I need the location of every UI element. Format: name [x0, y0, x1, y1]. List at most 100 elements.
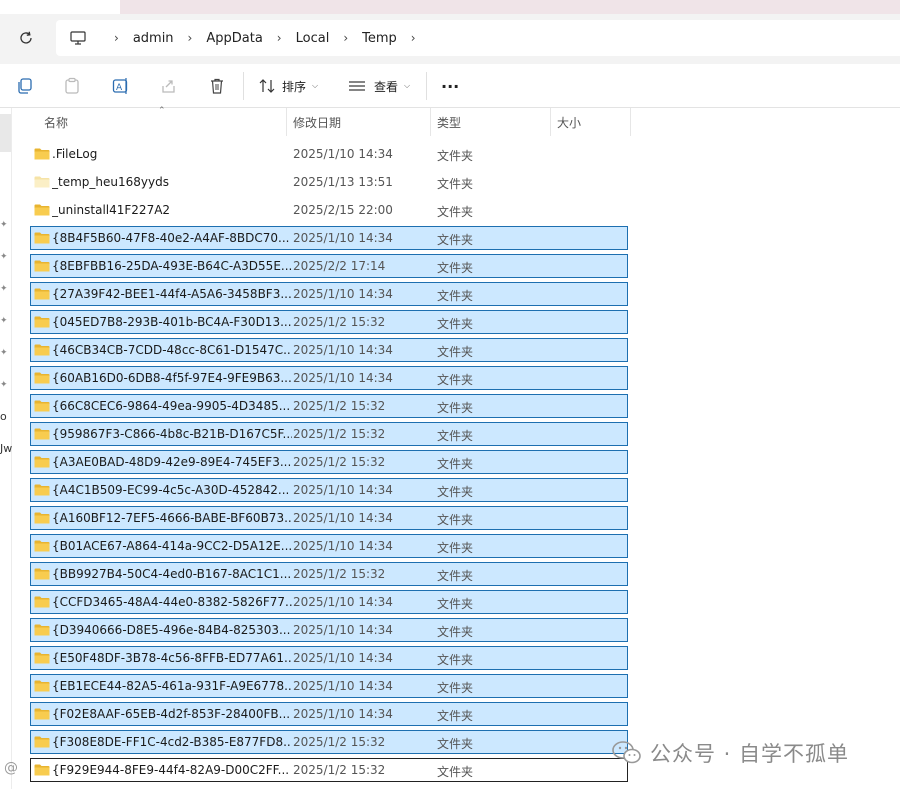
folder-icon	[34, 400, 50, 412]
window-tab-strip	[0, 0, 900, 14]
column-divider[interactable]	[430, 108, 431, 136]
file-row[interactable]: {8EBFBB16-25DA-493E-B64C-A3D55E... 2025/2…	[30, 254, 628, 278]
file-row[interactable]: _temp_heu168yyds 2025/1/13 13:51 文件夹	[30, 170, 628, 194]
file-row[interactable]: {E50F48DF-3B78-4c56-8FFB-ED77A61... 2025/…	[30, 646, 628, 670]
file-modified-date: 2025/1/10 14:34	[293, 287, 393, 301]
share-button[interactable]	[159, 76, 179, 96]
paste-button[interactable]	[62, 76, 82, 96]
column-header-name[interactable]: 名称	[44, 108, 68, 136]
column-divider[interactable]	[550, 108, 551, 136]
file-name: {CCFD3465-48A4-44e0-8382-5826F77...	[52, 595, 292, 609]
chevron-right-icon[interactable]: ›	[188, 31, 193, 45]
column-divider[interactable]	[630, 108, 631, 136]
file-modified-date: 2025/1/10 14:34	[293, 147, 393, 161]
file-type: 文件夹	[437, 289, 474, 303]
folder-icon	[34, 484, 50, 496]
file-row[interactable]: {46CB34CB-7CDD-48cc-8C61-D1547C... 2025/1…	[30, 338, 628, 362]
file-row[interactable]: {045ED7B8-293B-401b-BC4A-F30D13... 2025/1…	[30, 310, 628, 334]
file-name: {045ED7B8-293B-401b-BC4A-F30D13...	[52, 315, 292, 329]
folder-icon	[34, 372, 50, 384]
file-name: {60AB16D0-6DB8-4f5f-97E4-9FE9B63...	[52, 371, 292, 385]
folder-icon	[34, 540, 50, 552]
column-header-date[interactable]: 修改日期	[293, 108, 341, 136]
navigation-pane: ✦ ✦ ✦ ✦ ✦ ✦ o Jw	[0, 108, 12, 789]
file-row[interactable]: {EB1ECE44-82A5-461a-931F-A9E6778... 2025/…	[30, 674, 628, 698]
file-row[interactable]: {CCFD3465-48A4-44e0-8382-5826F77... 2025/…	[30, 590, 628, 614]
file-row[interactable]: {959867F3-C866-4b8c-B21B-D167C5F... 2025/…	[30, 422, 628, 446]
refresh-icon	[20, 31, 32, 44]
chevron-right-icon[interactable]: ›	[114, 31, 119, 45]
chevron-right-icon[interactable]: ›	[411, 31, 416, 45]
sort-button[interactable]: 排序 ⌵	[258, 74, 318, 98]
file-type: 文件夹	[437, 709, 474, 723]
trash-icon	[211, 78, 223, 94]
file-modified-date: 2025/2/2 17:14	[293, 259, 386, 273]
file-row[interactable]: {66C8CEC6-9864-49ea-9905-4D3485... 2025/1…	[30, 394, 628, 418]
breadcrumb-local[interactable]: Local	[296, 31, 330, 46]
file-row[interactable]: {B01ACE67-A864-414a-9CC2-D5A12E... 2025/1…	[30, 534, 628, 558]
folder-icon	[34, 512, 50, 524]
file-type: 文件夹	[437, 597, 474, 611]
more-options-button[interactable]: ···	[441, 74, 459, 98]
file-type: 文件夹	[437, 373, 474, 387]
rename-button[interactable]: A	[111, 76, 131, 96]
file-row[interactable]: _uninstall41F227A2 2025/2/15 22:00 文件夹	[30, 198, 628, 222]
file-type: 文件夹	[437, 317, 474, 331]
address-bar[interactable]: › admin › AppData › Local › Temp ›	[56, 20, 900, 56]
breadcrumb-admin[interactable]: admin	[133, 31, 174, 46]
sort-ascending-icon: ⌃	[158, 106, 166, 116]
folder-icon	[34, 204, 50, 216]
corner-watermark: @	[4, 760, 18, 776]
file-name: {F308E8DE-FF1C-4cd2-B385-E877FD8...	[52, 735, 292, 749]
rename-icon: A	[112, 78, 128, 94]
file-modified-date: 2025/1/10 14:34	[293, 651, 393, 665]
refresh-button[interactable]	[12, 24, 40, 52]
file-row[interactable]: .FileLog 2025/1/10 14:34 文件夹	[30, 142, 628, 166]
file-row[interactable]: {A3AE0BAD-48D9-42e9-89E4-745EF3... 2025/1…	[30, 450, 628, 474]
nav-scrollbar[interactable]	[0, 114, 11, 152]
toolbar-divider	[243, 72, 244, 100]
file-modified-date: 2025/1/2 15:32	[293, 763, 386, 777]
breadcrumb-appdata[interactable]: AppData	[206, 31, 262, 46]
nav-item-label[interactable]: o	[0, 410, 7, 423]
column-divider[interactable]	[286, 108, 287, 136]
file-type: 文件夹	[437, 513, 474, 527]
file-row[interactable]: {60AB16D0-6DB8-4f5f-97E4-9FE9B63... 2025/…	[30, 366, 628, 390]
file-row[interactable]: {F02E8AAF-65EB-4d2f-853F-28400FB... 2025/…	[30, 702, 628, 726]
file-modified-date: 2025/1/10 14:34	[293, 483, 393, 497]
file-row[interactable]: {8B4F5B60-47F8-40e2-A4AF-8BDC70... 2025/1…	[30, 226, 628, 250]
file-row[interactable]: {27A39F42-BEE1-44f4-A5A6-3458BF3... 2025/…	[30, 282, 628, 306]
folder-icon	[34, 344, 50, 356]
file-name: {46CB34CB-7CDD-48cc-8C61-D1547C...	[52, 343, 292, 357]
file-row[interactable]: {BB9927B4-50C4-4ed0-B167-8AC1C1... 2025/1…	[30, 562, 628, 586]
file-type: 文件夹	[437, 569, 474, 583]
file-modified-date: 2025/1/2 15:32	[293, 567, 386, 581]
delete-button[interactable]	[207, 76, 227, 96]
folder-icon	[34, 652, 50, 664]
folder-icon	[34, 736, 50, 748]
file-name: {A160BF12-7EF5-4666-BABE-BF60B73...	[52, 511, 292, 525]
column-header-type[interactable]: 类型	[437, 108, 461, 136]
file-type: 文件夹	[437, 457, 474, 471]
chevron-right-icon[interactable]: ›	[277, 31, 282, 45]
chevron-right-icon[interactable]: ›	[343, 31, 348, 45]
file-row[interactable]: {A160BF12-7EF5-4666-BABE-BF60B73... 2025/…	[30, 506, 628, 530]
file-type: 文件夹	[437, 233, 474, 247]
file-row[interactable]: {F308E8DE-FF1C-4cd2-B385-E877FD8... 2025/…	[30, 730, 628, 754]
nav-item-label[interactable]: Jw	[0, 442, 12, 455]
file-modified-date: 2025/1/10 14:34	[293, 371, 393, 385]
pin-icon: ✦	[0, 220, 8, 230]
file-row[interactable]: {D3940666-D8E5-496e-84B4-825303... 2025/1…	[30, 618, 628, 642]
column-header-size[interactable]: 大小	[557, 108, 581, 136]
command-bar: A 排序 ⌵ 查看 ⌵ ···	[0, 64, 900, 108]
view-button[interactable]: 查看 ⌵	[348, 74, 410, 98]
copy-button[interactable]	[15, 76, 35, 96]
active-tab-edge	[0, 0, 120, 14]
file-row[interactable]: {A4C1B509-EC99-4c5c-A30D-452842... 2025/1…	[30, 478, 628, 502]
chevron-down-icon: ⌵	[312, 81, 319, 90]
breadcrumb-temp[interactable]: Temp	[362, 31, 397, 46]
file-type: 文件夹	[437, 765, 474, 779]
file-row[interactable]: {F929E944-8FE9-44f4-82A9-D00C2FF... 2025/…	[30, 758, 628, 782]
file-name: {F929E944-8FE9-44f4-82A9-D00C2FF...	[52, 763, 290, 777]
pin-icon: ✦	[0, 252, 8, 262]
